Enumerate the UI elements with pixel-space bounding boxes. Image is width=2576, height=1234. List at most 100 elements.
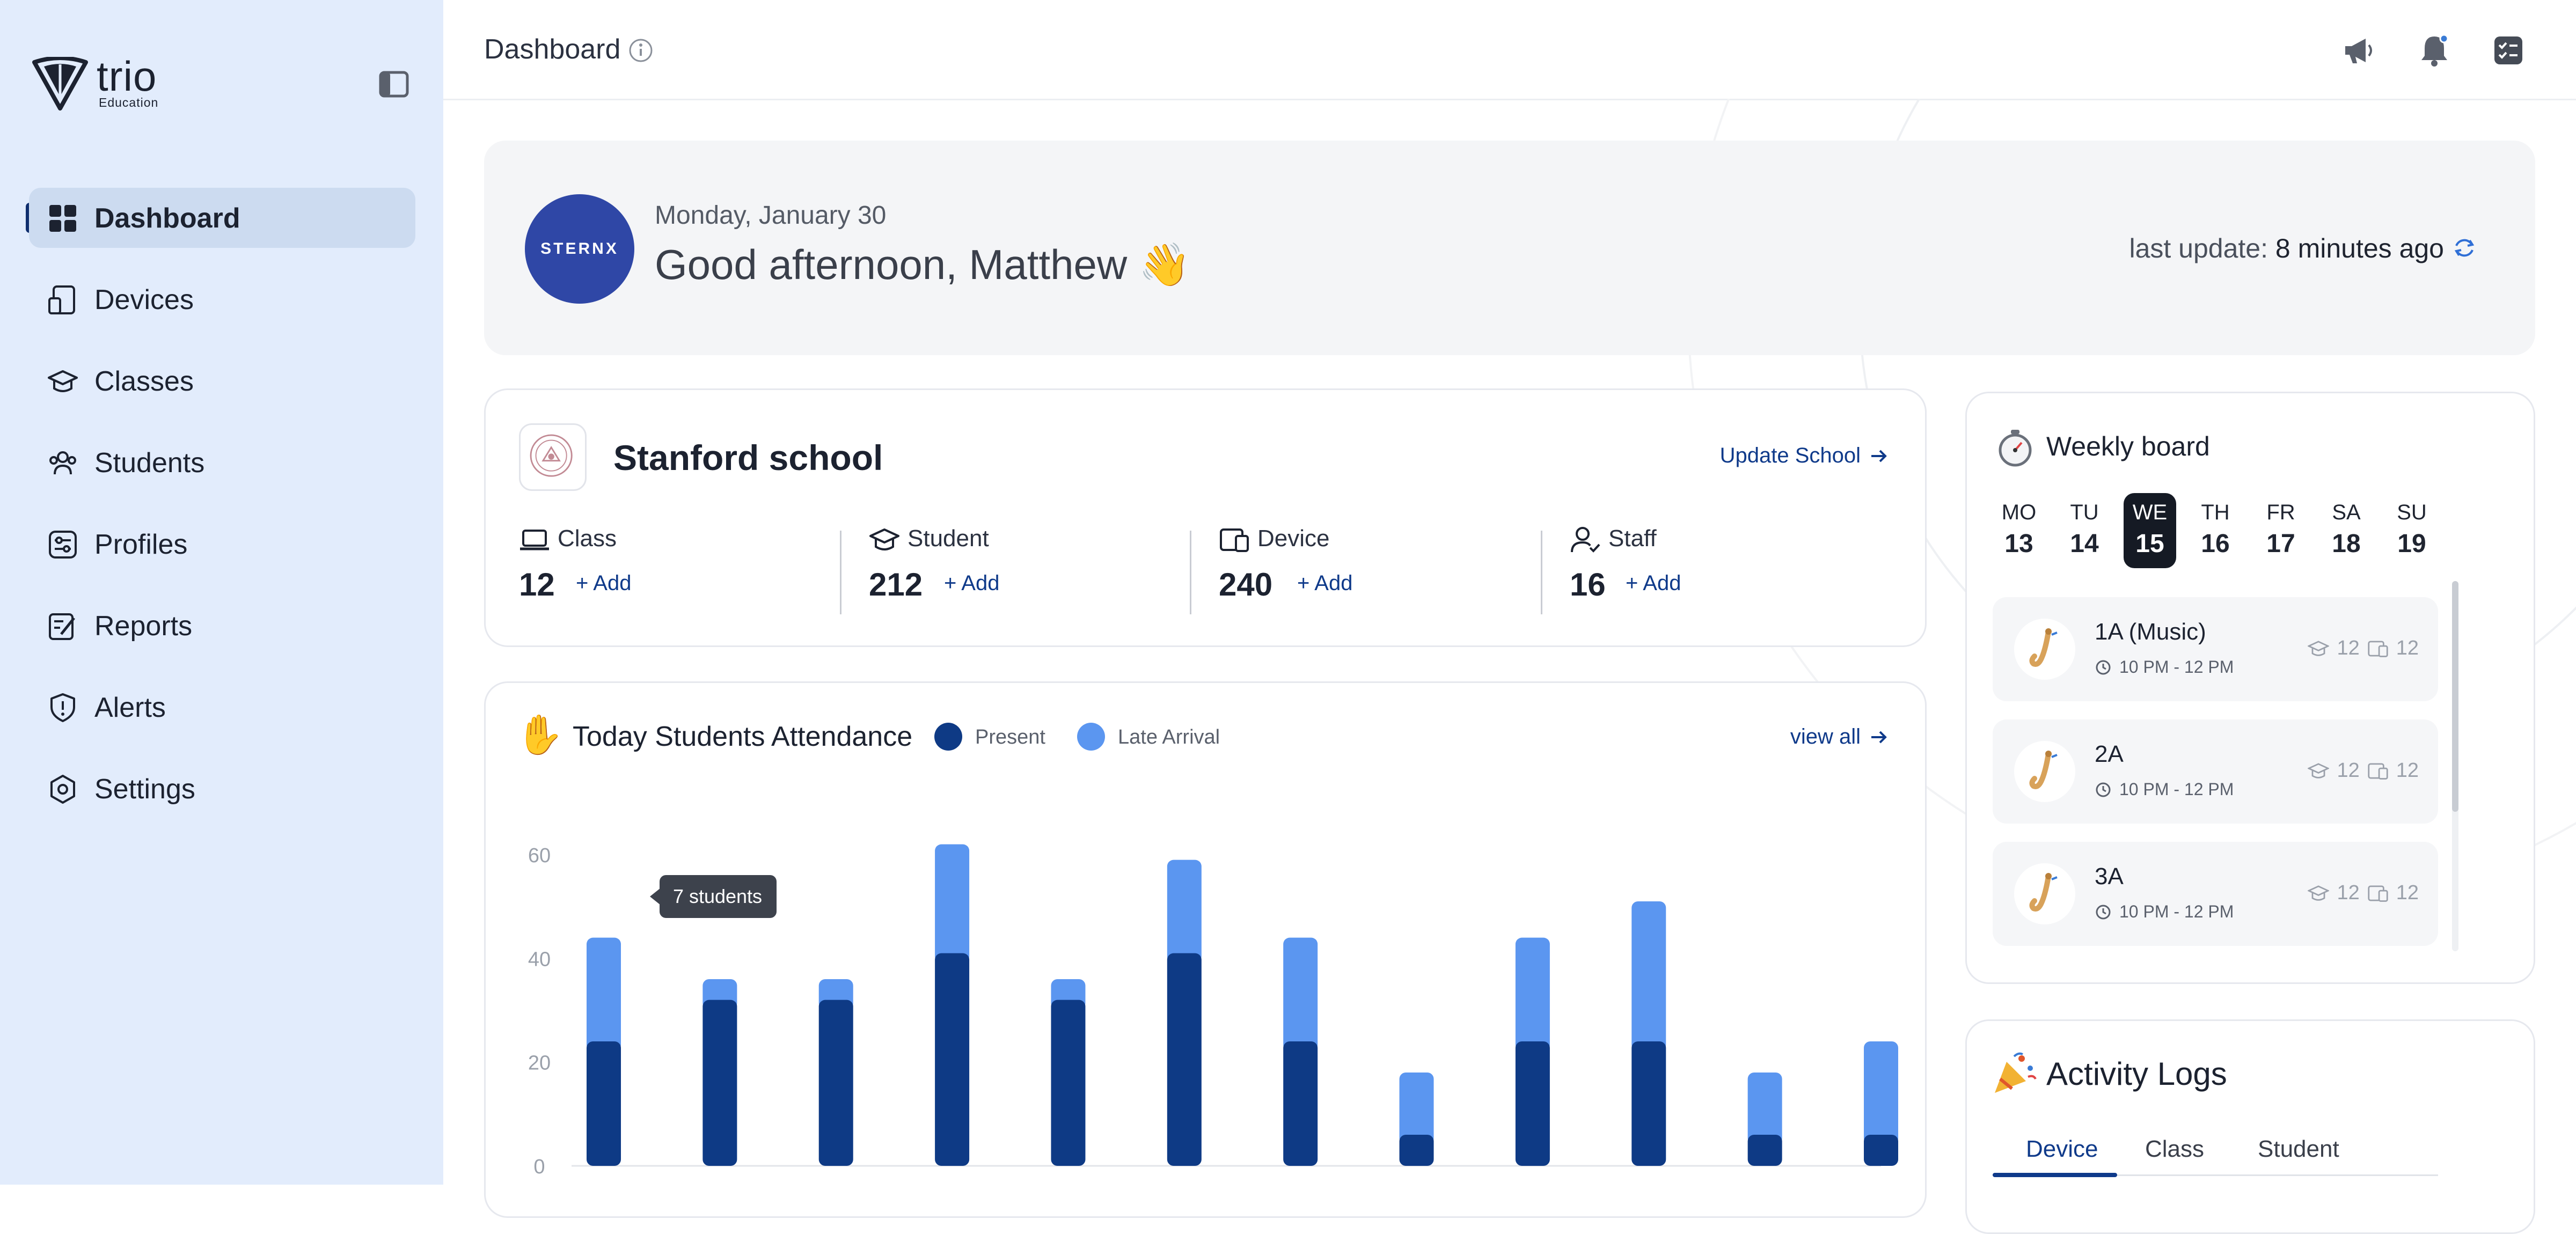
day-name: MO bbox=[2001, 501, 2037, 524]
bar-late-arrival[interactable] bbox=[1747, 1073, 1782, 1144]
sidebar-item-classes[interactable]: Classes bbox=[29, 351, 415, 411]
sidebar-item-profiles[interactable]: Profiles bbox=[29, 514, 415, 574]
task-checklist-icon[interactable] bbox=[2489, 31, 2528, 70]
stat-class: Class 12 + Add bbox=[519, 524, 862, 610]
day-sunday[interactable]: SU 19 bbox=[2385, 493, 2438, 568]
tab-class[interactable]: Class bbox=[2145, 1136, 2204, 1163]
tab-device[interactable]: Device bbox=[2026, 1136, 2098, 1163]
bar-late-arrival[interactable] bbox=[1399, 1073, 1434, 1144]
sidebar-item-settings[interactable]: Settings bbox=[29, 759, 415, 819]
day-saturday[interactable]: SA 18 bbox=[2320, 493, 2373, 568]
update-school-link[interactable]: Update School bbox=[1720, 444, 1890, 468]
greeting-banner: STERNX Monday, January 30 Good afternoon… bbox=[484, 141, 2535, 355]
sidebar-item-dashboard[interactable]: Dashboard bbox=[29, 188, 415, 248]
reports-icon bbox=[49, 613, 75, 640]
class-time: 10 PM - 12 PM bbox=[2095, 902, 2234, 922]
stat-label: Class bbox=[558, 525, 617, 552]
stat-value: 240 bbox=[1219, 567, 1273, 603]
day-name: TH bbox=[2201, 501, 2230, 524]
bar-present[interactable] bbox=[1631, 1041, 1666, 1166]
update-school-label: Update School bbox=[1719, 444, 1861, 467]
attendance-card: ✋ Today Students Attendance Present Late… bbox=[484, 681, 1927, 1218]
bar-late-arrival[interactable] bbox=[935, 844, 970, 963]
graduation-cap-icon bbox=[2308, 762, 2330, 778]
add-label: Add bbox=[1643, 571, 1681, 595]
bar-present[interactable] bbox=[587, 1041, 621, 1166]
greeting-message: Good afternoon, Matthew 👋 bbox=[655, 241, 1191, 288]
sidebar-item-devices[interactable]: Devices bbox=[29, 269, 415, 329]
class-time-value: 10 PM - 12 PM bbox=[2119, 657, 2234, 677]
bar-present[interactable] bbox=[1864, 1135, 1898, 1166]
refresh-icon[interactable] bbox=[2451, 235, 2477, 261]
stat-staff: Staff 16 + Add bbox=[1570, 524, 1913, 610]
bar-late-arrival[interactable] bbox=[1864, 1041, 1898, 1144]
app-name: trio bbox=[97, 53, 157, 100]
page-title: Dashboard bbox=[484, 34, 621, 65]
add-class-button[interactable]: + Add bbox=[576, 571, 631, 596]
class-list-item[interactable]: 2A 10 PM - 12 PM 12 12 bbox=[1993, 719, 2438, 824]
bar-late-arrival[interactable] bbox=[1631, 901, 1666, 1051]
bar-present[interactable] bbox=[702, 1000, 737, 1166]
clock-icon bbox=[2096, 782, 2111, 797]
bar-late-arrival[interactable] bbox=[1515, 937, 1550, 1051]
bar-late-arrival[interactable] bbox=[1283, 937, 1318, 1051]
sidebar-item-label: Reports bbox=[94, 611, 193, 642]
day-thursday[interactable]: TH 16 bbox=[2189, 493, 2242, 568]
add-student-button[interactable]: + Add bbox=[944, 571, 999, 596]
settings-gear-icon bbox=[50, 775, 75, 804]
bar-present[interactable] bbox=[1051, 1000, 1086, 1166]
y-tick-label: 20 bbox=[528, 1052, 551, 1075]
add-label: Add bbox=[961, 571, 1000, 595]
stat-value: 16 bbox=[1570, 567, 1606, 603]
bar-present[interactable] bbox=[1283, 1041, 1318, 1166]
school-card: Stanford school Update School Class 12 +… bbox=[484, 388, 1927, 647]
bar-late-arrival[interactable] bbox=[587, 937, 621, 1051]
day-date: 15 bbox=[2135, 530, 2164, 558]
sidebar-item-reports[interactable]: Reports bbox=[29, 596, 415, 656]
day-friday[interactable]: FR 17 bbox=[2255, 493, 2307, 568]
saxophone-icon bbox=[2014, 863, 2075, 924]
devices-icon bbox=[48, 285, 75, 314]
top-header: Dashboard bbox=[443, 0, 2576, 100]
sidebar-item-label: Settings bbox=[94, 774, 195, 805]
arrow-right-icon bbox=[1871, 450, 1887, 462]
device-icon bbox=[2368, 885, 2388, 902]
notification-bell-icon[interactable] bbox=[2415, 31, 2454, 70]
bar-present[interactable] bbox=[818, 1000, 853, 1166]
y-tick-label: 60 bbox=[528, 844, 551, 867]
day-date: 16 bbox=[2201, 530, 2230, 558]
sidebar-item-alerts[interactable]: Alerts bbox=[29, 677, 415, 737]
info-icon[interactable] bbox=[628, 38, 654, 63]
graduation-cap-icon bbox=[48, 370, 78, 392]
sidebar-collapse-icon[interactable] bbox=[379, 71, 409, 98]
bar-late-arrival[interactable] bbox=[1167, 860, 1202, 963]
bar-present[interactable] bbox=[1747, 1135, 1782, 1166]
sidebar-item-label: Students bbox=[94, 447, 205, 479]
bar-present[interactable] bbox=[935, 953, 970, 1166]
day-tuesday[interactable]: TU 14 bbox=[2058, 493, 2111, 568]
megaphone-icon[interactable] bbox=[2340, 31, 2379, 70]
class-meta: 12 12 bbox=[2308, 637, 2419, 660]
tab-student[interactable]: Student bbox=[2258, 1136, 2339, 1163]
day-wednesday[interactable]: WE 15 bbox=[2124, 493, 2176, 568]
bar-present[interactable] bbox=[1515, 1041, 1550, 1166]
greeting-date: Monday, January 30 bbox=[655, 201, 887, 230]
stat-value: 12 bbox=[519, 567, 555, 603]
bar-present[interactable] bbox=[1399, 1135, 1434, 1166]
class-student-count: 12 bbox=[2337, 759, 2360, 782]
add-device-button[interactable]: + Add bbox=[1297, 571, 1352, 596]
class-list-scroll-thumb[interactable] bbox=[2452, 581, 2458, 812]
class-list-item[interactable]: 3A 10 PM - 12 PM 12 12 bbox=[1993, 842, 2438, 946]
class-list-item[interactable]: 1A (Music) 10 PM - 12 PM 12 12 bbox=[1993, 597, 2438, 701]
graduation-cap-icon bbox=[2308, 640, 2330, 656]
sidebar-item-students[interactable]: Students bbox=[29, 432, 415, 493]
add-staff-button[interactable]: + Add bbox=[1626, 571, 1681, 596]
y-tick-label: 40 bbox=[528, 948, 551, 971]
stat-label: Device bbox=[1257, 525, 1330, 552]
day-monday[interactable]: MO 13 bbox=[1993, 493, 2045, 568]
class-name: 2A bbox=[2095, 741, 2124, 767]
stat-divider bbox=[1541, 531, 1542, 614]
class-student-count: 12 bbox=[2337, 637, 2360, 659]
day-name: WE bbox=[2132, 501, 2168, 524]
bar-present[interactable] bbox=[1167, 953, 1202, 1166]
